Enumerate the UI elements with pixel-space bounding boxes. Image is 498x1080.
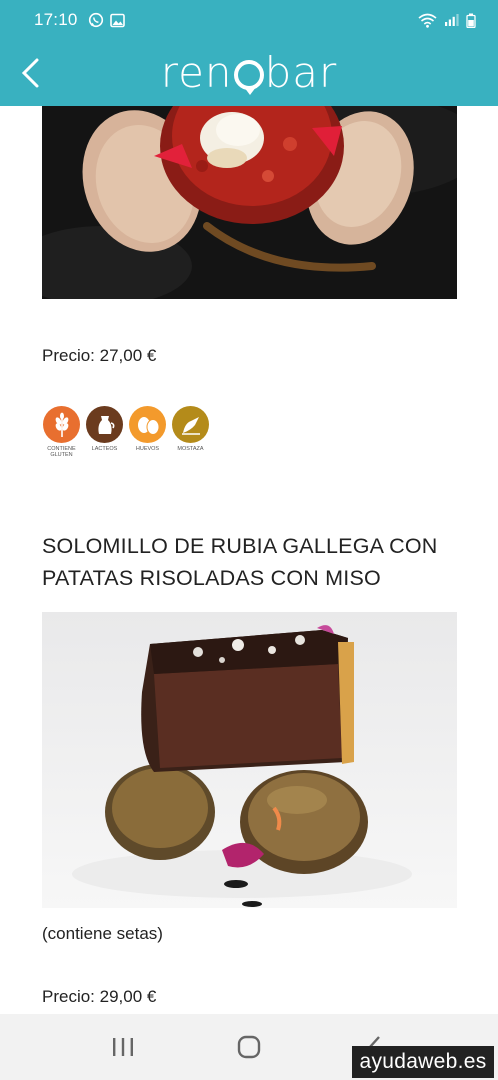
brand-logo-part1: ren (160, 48, 233, 97)
solomillo-photo (42, 612, 457, 908)
dish-photo (42, 106, 457, 299)
whatsapp-icon (88, 12, 103, 28)
home-icon (237, 1035, 261, 1059)
allergen-gluten: Contiene gluten (42, 406, 81, 459)
chevron-left-icon (21, 58, 39, 88)
speech-bubble-icon (233, 60, 264, 95)
allergen-lacteos: Lacteos (85, 406, 124, 459)
dish-photo (42, 612, 457, 908)
allergen-list: Contiene gluten Lacteos Huevos (42, 406, 210, 459)
allergen-label: Lacteos (91, 446, 118, 452)
brand-logo: ren bar (161, 52, 337, 95)
signal-icon (445, 14, 459, 26)
dish-price: Precio: 27,00 € (42, 346, 157, 365)
menu-content: Precio: 27,00 € Contiene gluten (0, 106, 498, 1014)
wheat-icon (43, 406, 80, 443)
wifi-icon (418, 13, 437, 28)
allergen-label: Mostaza (177, 446, 204, 452)
battery-icon (466, 13, 476, 28)
watermark: ayudaweb.es (352, 1046, 494, 1078)
recents-icon (113, 1038, 133, 1056)
allergen-huevos: Huevos (128, 406, 167, 459)
app-bar: ren bar (0, 40, 498, 106)
dish-price: Precio: 29,00 € (42, 987, 157, 1006)
recents-button[interactable] (93, 1022, 153, 1072)
allergen-label: Huevos (135, 446, 160, 452)
eggs-icon (129, 406, 166, 443)
dish-note: (contiene setas) (42, 924, 163, 943)
milk-jug-icon (86, 406, 123, 443)
image-icon (109, 13, 125, 27)
status-time: 17:10 (34, 10, 78, 29)
allergen-label: Contiene gluten (47, 446, 76, 459)
tartare-photo (42, 106, 457, 299)
dish-title: SOLOMILLO DE RUBIA GALLEGA CON PATATAS R… (42, 534, 438, 590)
mustard-icon (172, 406, 209, 443)
brand-logo-part2: bar (264, 48, 338, 97)
back-button[interactable] (10, 52, 50, 94)
home-button[interactable] (219, 1022, 279, 1072)
allergen-mostaza: Mostaza (171, 406, 210, 459)
notification-icons (88, 12, 125, 28)
system-icons (418, 13, 476, 28)
status-bar: 17:10 (0, 0, 498, 40)
